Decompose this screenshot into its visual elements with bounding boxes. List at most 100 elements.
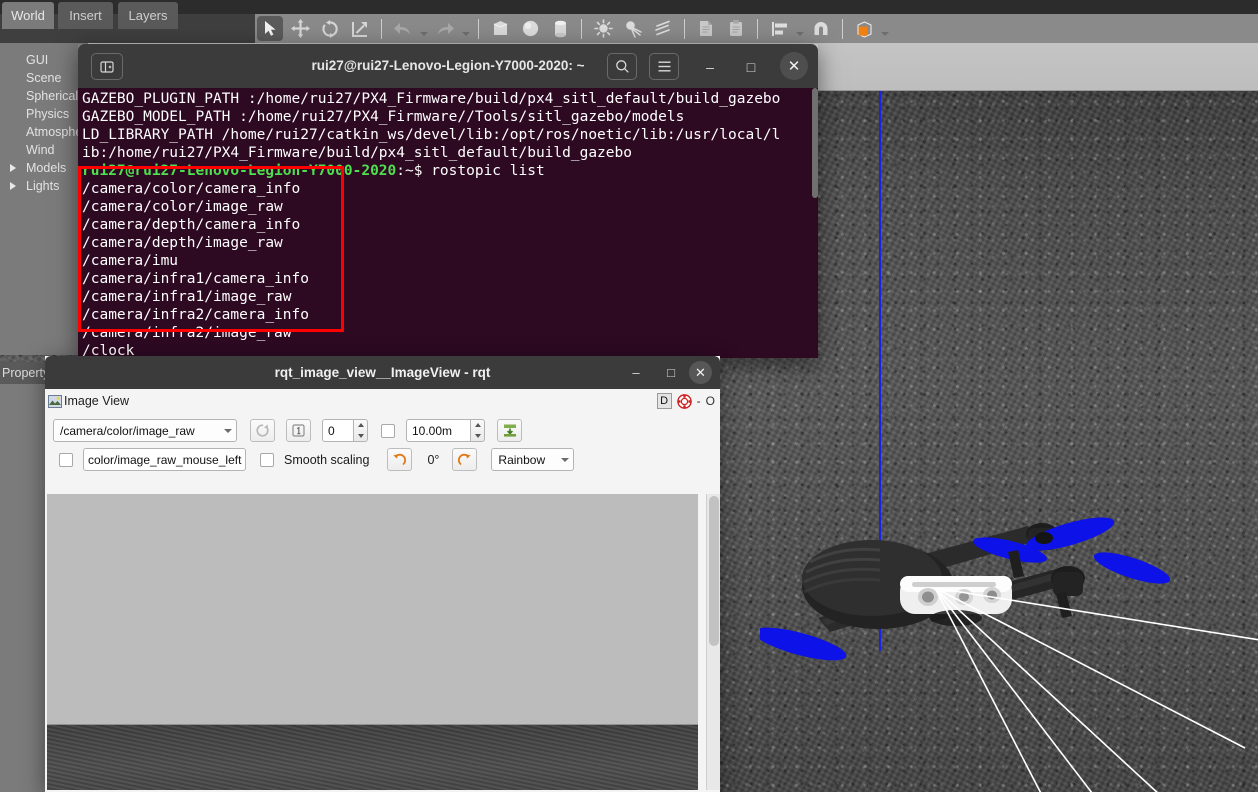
view-cube-icon[interactable] [851,16,877,41]
tree-item-atmosphere[interactable]: Atmospher [0,123,88,141]
undo-icon[interactable] [390,16,416,41]
tree-item-gui[interactable]: GUI [0,51,88,69]
search-icon[interactable] [607,53,637,80]
spinner-up-icon[interactable] [354,420,367,431]
tab-property[interactable]: Property [0,362,50,384]
tree-item-wind[interactable]: Wind [0,141,88,159]
tree-item-lights[interactable]: Lights [0,177,88,195]
rqt-close-button[interactable]: ✕ [689,361,712,384]
tab-insert-label: Insert [69,8,102,23]
box-shape-icon[interactable] [487,16,513,41]
tree-item-physics[interactable]: Physics [0,105,88,123]
scale-icon[interactable] [347,16,373,41]
dynamic-range-checkbox[interactable] [381,423,395,438]
tree-item-scene[interactable]: Scene [0,69,88,87]
tree-item-models[interactable]: Models [0,159,88,177]
rqt-minimize-button[interactable]: – [625,362,647,383]
topic-select[interactable]: /camera/color/image_raw [53,419,237,442]
dock-close-button[interactable]: O [706,394,715,408]
zoom-1-to-1-icon[interactable] [286,419,311,442]
number-spinner-value[interactable]: 0 [322,419,353,442]
align-dropdown-caret-icon[interactable] [794,16,806,41]
topic-line: /camera/color/image_raw [82,199,283,215]
rqt-maximize-button[interactable]: □ [660,362,682,383]
tree-item-models-label: Models [26,161,67,175]
smooth-scaling-checkbox[interactable] [260,452,274,467]
rotate-icon[interactable] [317,16,343,41]
rqt-titlebar[interactable]: rqt_image_view__ImageView - rqt – □ ✕ [45,356,720,389]
sphere-shape-icon[interactable] [517,16,543,41]
max-range-value[interactable]: 10.00m [406,419,470,442]
spot-light-icon[interactable] [620,16,646,41]
publish-topic-input[interactable]: color/image_raw_mouse_left [83,448,246,471]
tree-item-spherical-coordinates[interactable]: Spherical C [0,87,91,105]
cylinder-shape-icon[interactable] [547,16,573,41]
topic-line: /camera/imu [82,253,179,269]
colormap-select[interactable]: Rainbow [491,448,575,471]
rotation-value-label: 0° [427,452,440,467]
terminal-window[interactable]: rui27@rui27-Lenovo-Legion-Y7000-2020: ~ … [78,44,818,358]
terminal-body[interactable]: GAZEBO_PLUGIN_PATH :/home/rui27/PX4_Firm… [78,88,818,358]
image-view-vertical-scrollbar[interactable] [706,494,720,790]
tab-layers[interactable]: Layers [118,2,178,29]
publish-click-location-checkbox[interactable] [59,452,73,467]
terminal-scrollbar-thumb[interactable] [812,88,818,198]
align-icon[interactable] [766,16,792,41]
terminal-line: GAZEBO_PLUGIN_PATH :/home/rui27/PX4_Firm… [82,91,781,107]
prompt-host: rui27@rui27-Lenovo-Legion-Y7000-2020 [82,163,397,179]
rotate-right-icon[interactable] [452,448,478,471]
tree-item-wind-label: Wind [26,143,55,157]
spinner-down-icon[interactable] [354,431,367,442]
redo-icon[interactable] [432,16,458,41]
directional-light-icon[interactable] [650,16,676,41]
snap-magnet-icon[interactable] [808,16,834,41]
tab-property-label: Property [2,366,50,380]
save-as-image-icon[interactable] [497,419,522,442]
image-view-canvas[interactable] [47,494,698,790]
undo-dropdown-caret-icon[interactable] [418,16,430,41]
rqt-image-view-window[interactable]: rqt_image_view__ImageView - rqt – □ ✕ Im… [45,356,720,792]
number-spinner[interactable]: 0 [322,419,368,442]
max-range-spinner[interactable]: 10.00m [406,419,485,442]
terminal-close-button[interactable]: ✕ [780,52,808,80]
chevron-right-icon[interactable] [10,164,16,172]
dock-undock-button[interactable]: - [697,394,701,408]
topic-line: /camera/infra2/image_raw [82,325,292,341]
redo-dropdown-caret-icon[interactable] [460,16,472,41]
refresh-topics-icon[interactable] [250,419,275,442]
point-light-icon[interactable] [590,16,616,41]
tree-item-gui-label: GUI [26,53,49,67]
terminal-scrollbar[interactable] [812,88,818,358]
terminal-line: GAZEBO_MODEL_PATH :/home/rui27/PX4_Firmw… [82,109,685,125]
tab-insert[interactable]: Insert [58,2,113,29]
hamburger-menu-icon[interactable] [649,53,679,80]
translate-move-icon[interactable] [287,16,313,41]
topic-line: /camera/infra1/image_raw [82,289,292,305]
terminal-prompt-line: rui27@rui27-Lenovo-Legion-Y7000-2020:~$ … [82,162,818,180]
gazebo-menubar [0,0,1258,14]
spinner-up-icon[interactable] [471,420,484,431]
chevron-right-icon[interactable] [10,182,16,190]
paste-icon[interactable] [723,16,749,41]
toolbar-separator [757,18,758,39]
number-spinner-arrows[interactable] [353,419,368,442]
view-cube-dropdown-caret-icon[interactable] [879,16,891,41]
spinner-down-icon[interactable] [471,431,484,442]
scrollbar-thumb[interactable] [709,496,719,646]
dock-d-button[interactable]: D [656,393,672,409]
terminal-titlebar[interactable]: rui27@rui27-Lenovo-Legion-Y7000-2020: ~ … [78,44,818,88]
toolbar-separator [581,18,582,39]
terminal-maximize-button[interactable]: □ [736,53,766,80]
max-range-spinner-arrows[interactable] [470,419,485,442]
copy-icon[interactable] [693,16,719,41]
rotate-left-icon[interactable] [387,448,413,471]
select-arrow-icon[interactable] [257,16,283,41]
lifebuoy-help-icon[interactable] [676,393,692,409]
tree-item-physics-label: Physics [26,107,70,121]
chevron-down-icon [224,428,232,433]
image-view-icon [48,394,62,408]
tab-world[interactable]: World [2,2,54,29]
terminal-minimize-button[interactable]: – [695,53,725,80]
topic-select-value: /camera/color/image_raw [60,423,195,438]
topic-line: /camera/infra2/camera_info [82,307,309,323]
